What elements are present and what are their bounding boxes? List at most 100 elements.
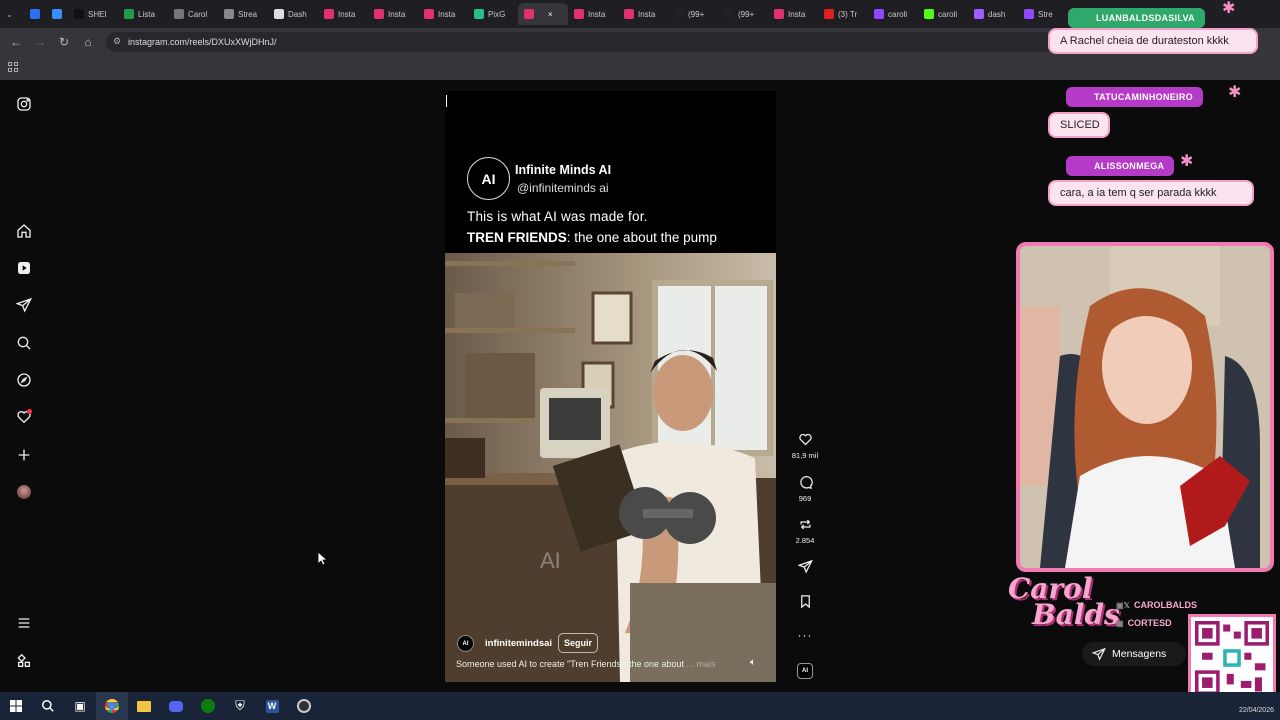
- vpn-shield-icon[interactable]: ⛨: [224, 692, 256, 720]
- browser-tab[interactable]: Insta: [768, 3, 818, 25]
- mute-icon[interactable]: 🔈︎: [750, 657, 756, 668]
- create-plus-icon[interactable]: [14, 445, 34, 465]
- browser-tab[interactable]: ×: [518, 3, 568, 25]
- x-icon: ▣𝕏: [1116, 600, 1131, 610]
- back-button[interactable]: ←: [4, 30, 28, 54]
- tab-label: dash: [988, 9, 1006, 19]
- heart-icon[interactable]: [798, 432, 813, 447]
- tab-favicon-icon: [524, 9, 534, 19]
- browser-tab[interactable]: Carol: [168, 3, 218, 25]
- youtube-icon: ▣: [1116, 618, 1124, 628]
- like-action[interactable]: 81,9 mil: [790, 432, 820, 460]
- audio-avatar[interactable]: AI: [797, 663, 813, 679]
- chat-username-2: TATUCAMINHONEIRO: [1066, 87, 1203, 107]
- footer-avatar[interactable]: AI: [457, 635, 474, 652]
- chat-username-1: LUANBALDSDASILVA: [1068, 8, 1205, 28]
- reel-video[interactable]: AI Infinite Minds AI @infiniteminds ai T…: [445, 91, 776, 682]
- qr-code: [1188, 614, 1276, 702]
- tab-favicon-icon: [74, 9, 84, 19]
- browser-tab[interactable]: Insta: [368, 3, 418, 25]
- browser-tab[interactable]: PixG: [468, 3, 518, 25]
- description-text: Someone used AI to create "Tren Friends …: [456, 659, 684, 669]
- browser-tab[interactable]: Strea: [218, 3, 268, 25]
- site-info-icon[interactable]: ⚙: [113, 36, 121, 47]
- reload-button[interactable]: ↻: [52, 30, 76, 54]
- obs-icon[interactable]: [288, 692, 320, 720]
- bookmark-icon[interactable]: [798, 594, 813, 609]
- file-explorer-icon[interactable]: [128, 692, 160, 720]
- windows-taskbar: ▣ ⛨ W 22/04/2026: [0, 692, 1280, 720]
- task-view-icon[interactable]: ▣: [64, 692, 96, 720]
- browser-tab[interactable]: caroli: [918, 3, 968, 25]
- tab-label: Dash: [288, 9, 307, 19]
- sparkle-icon: ✱: [1228, 84, 1242, 101]
- menu-icon[interactable]: [14, 613, 34, 633]
- discord-icon[interactable]: [160, 692, 192, 720]
- browser-tab[interactable]: Dash: [268, 3, 318, 25]
- apps-icon[interactable]: [14, 651, 34, 671]
- profile-avatar[interactable]: [14, 482, 34, 502]
- send-icon[interactable]: [14, 295, 34, 315]
- home-icon[interactable]: [14, 221, 34, 241]
- tab-close-icon[interactable]: ×: [548, 10, 553, 19]
- explore-icon[interactable]: [14, 370, 34, 390]
- browser-tab[interactable]: [24, 3, 46, 25]
- browser-tab[interactable]: Lista: [118, 3, 168, 25]
- browser-tab[interactable]: Insta: [568, 3, 618, 25]
- reels-icon[interactable]: [14, 258, 34, 278]
- tab-label: (3) Tr: [838, 9, 858, 19]
- more-options-icon[interactable]: ···: [790, 628, 820, 642]
- tab-favicon-icon: [674, 9, 684, 19]
- tab-label: Strea: [238, 9, 258, 19]
- tab-label: Insta: [588, 9, 606, 19]
- share-action[interactable]: [790, 559, 820, 578]
- browser-tab[interactable]: SHEI: [68, 3, 118, 25]
- tweet-avatar: AI: [467, 157, 510, 200]
- notifications-heart-icon[interactable]: [14, 407, 34, 427]
- browser-tab[interactable]: caroli: [868, 3, 918, 25]
- webcam-feed: [1016, 242, 1274, 572]
- chrome-icon[interactable]: [96, 692, 128, 720]
- browser-tab[interactable]: [46, 3, 68, 25]
- browser-tab[interactable]: Insta: [618, 3, 668, 25]
- browser-tab[interactable]: Insta: [318, 3, 368, 25]
- comment-count: 969: [798, 494, 812, 503]
- start-windows-icon[interactable]: [0, 692, 32, 720]
- search-icon[interactable]: [32, 692, 64, 720]
- repost-icon[interactable]: [798, 517, 813, 532]
- search-icon[interactable]: [14, 333, 34, 353]
- watermark-text: AI: [540, 548, 561, 573]
- more-link[interactable]: ... mais: [687, 659, 716, 669]
- browser-tab[interactable]: dash: [968, 3, 1018, 25]
- apps-grid-icon[interactable]: [8, 62, 18, 72]
- caption-rest: : the one about the pump: [566, 230, 717, 245]
- instagram-logo-icon[interactable]: [14, 94, 34, 114]
- browser-tab[interactable]: Stre: [1018, 3, 1068, 25]
- bookmarks-bar: [0, 56, 1280, 80]
- browser-tab[interactable]: (99+: [668, 3, 718, 25]
- social-x-row: ▣𝕏 CAROLBALDS: [1116, 598, 1197, 612]
- word-icon[interactable]: W: [256, 692, 288, 720]
- browser-tab[interactable]: Insta: [418, 3, 468, 25]
- follow-button[interactable]: Seguir: [558, 633, 599, 653]
- xbox-icon[interactable]: [192, 692, 224, 720]
- taskbar-date[interactable]: 22/04/2026: [1239, 707, 1274, 714]
- tab-list-button[interactable]: ⌄: [0, 3, 24, 25]
- messages-button[interactable]: Mensagens: [1082, 642, 1186, 666]
- browser-tab[interactable]: (99+: [718, 3, 768, 25]
- reel-description: Someone used AI to create "Tren Friends …: [456, 659, 716, 669]
- tab-label: (99+: [688, 9, 705, 19]
- sparkle-icon: ✱: [1180, 153, 1194, 170]
- browser-tab[interactable]: (3) Tr: [818, 3, 868, 25]
- save-action[interactable]: [790, 594, 820, 613]
- home-button[interactable]: ⌂: [76, 30, 100, 54]
- forward-button[interactable]: →: [28, 30, 52, 54]
- share-icon[interactable]: [797, 559, 813, 574]
- tab-favicon-icon: [1024, 9, 1034, 19]
- comment-action[interactable]: 969: [790, 475, 820, 503]
- comment-icon[interactable]: [798, 475, 813, 490]
- tab-favicon-icon: [574, 9, 584, 19]
- repost-action[interactable]: 2.854: [790, 517, 820, 545]
- tweet-caption-line1: This is what AI was made for.: [467, 209, 648, 224]
- footer-username[interactable]: infinitemindsai: [485, 638, 552, 649]
